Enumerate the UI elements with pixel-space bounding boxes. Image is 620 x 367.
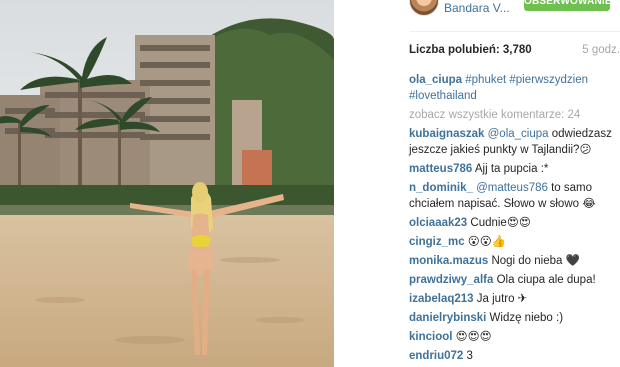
comment-item: kubaignaszak @ola_ciupa odwiedzasz jeszc… xyxy=(409,126,620,158)
comment-item: izabelaq213 Ja jutro ✈ xyxy=(409,291,620,307)
comment-item: matteus786 Ajj ta pupcia :* xyxy=(409,161,620,177)
comment-text: 😍😍😍 xyxy=(452,331,492,343)
header-divider xyxy=(410,31,620,32)
post-photo[interactable] xyxy=(0,0,334,367)
comment-text: Ola ciupa ale dupa! xyxy=(493,274,596,286)
comment-user[interactable]: izabelaq213 xyxy=(409,293,474,305)
follow-button[interactable]: OBSERWOWANIE xyxy=(524,0,612,11)
comment-text: 3 xyxy=(463,350,473,362)
beach-scene xyxy=(0,0,334,367)
post-sidebar: Bandara V... OBSERWOWANIE Liczba polubie… xyxy=(334,0,620,367)
comment-mention[interactable]: @matteus786 xyxy=(476,182,548,194)
post-time[interactable]: 5 godz. xyxy=(582,44,620,56)
caption-user[interactable]: ola_ciupa xyxy=(409,74,462,86)
owner-username[interactable]: Bandara V... xyxy=(444,1,510,15)
view-all-comments-link[interactable]: zobacz wszystkie komentarze: 24 xyxy=(409,107,620,123)
caption-hashtags[interactable]: #phuket #pierwszydzien xyxy=(465,74,588,86)
comment-text: Ja jutro ✈ xyxy=(473,293,528,305)
comment-item: kinciool 😍😍😍 xyxy=(409,329,620,345)
comment-item: cingiz_mc 😮😮👍 xyxy=(409,234,620,250)
comment-user[interactable]: kubaignaszak xyxy=(409,128,484,140)
comments-list: kubaignaszak @ola_ciupa odwiedzasz jeszc… xyxy=(409,126,620,367)
comment-user[interactable]: n_dominik_ xyxy=(409,182,473,194)
caption: ola_ciupa #phuket #pierwszydzien #loveth… xyxy=(409,72,620,104)
avatar[interactable] xyxy=(409,0,439,16)
caption-hashtag-2[interactable]: #lovethailand xyxy=(409,90,477,102)
comment-text: Widzę niebo :) xyxy=(486,312,564,324)
post-header: Bandara V... OBSERWOWANIE xyxy=(334,0,620,24)
comment-text: Cudnie😍😍 xyxy=(467,217,531,229)
comment-item: prawdziwy_alfa Ola ciupa ale dupa! xyxy=(409,272,620,288)
likes-count[interactable]: Liczba polubień: 3,780 xyxy=(409,44,532,56)
comment-user[interactable]: monika.mazus xyxy=(409,255,488,267)
comment-mention[interactable]: @ola_ciupa xyxy=(488,128,549,140)
comment-text: Nogi do nieba 🖤 xyxy=(488,255,580,267)
comment-user[interactable]: cingiz_mc xyxy=(409,236,465,248)
comment-text: Ajj ta pupcia :* xyxy=(472,163,549,175)
comment-user[interactable]: danielrybinski xyxy=(409,312,486,324)
comment-user[interactable]: kinciool xyxy=(409,331,452,343)
comment-item: monika.mazus Nogi do nieba 🖤 xyxy=(409,253,620,269)
comment-user[interactable]: prawdziwy_alfa xyxy=(409,274,493,286)
comment-item: danielrybinski Widzę niebo :) xyxy=(409,310,620,326)
comment-user[interactable]: endriu072 xyxy=(409,350,463,362)
comment-text: 😮😮👍 xyxy=(464,236,507,248)
comment-item: olciaaak23 Cudnie😍😍 xyxy=(409,215,620,231)
comment-user[interactable]: matteus786 xyxy=(409,163,472,175)
comment-item: n_dominik_ @matteus786 to samo chciałem … xyxy=(409,180,620,212)
comment-user[interactable]: olciaaak23 xyxy=(409,217,467,229)
comment-item: endriu072 3 xyxy=(409,348,620,364)
likes-row: Liczba polubień: 3,780 5 godz. xyxy=(409,44,620,64)
post-content: Liczba polubień: 3,780 5 godz. ola_ciupa… xyxy=(409,44,620,367)
